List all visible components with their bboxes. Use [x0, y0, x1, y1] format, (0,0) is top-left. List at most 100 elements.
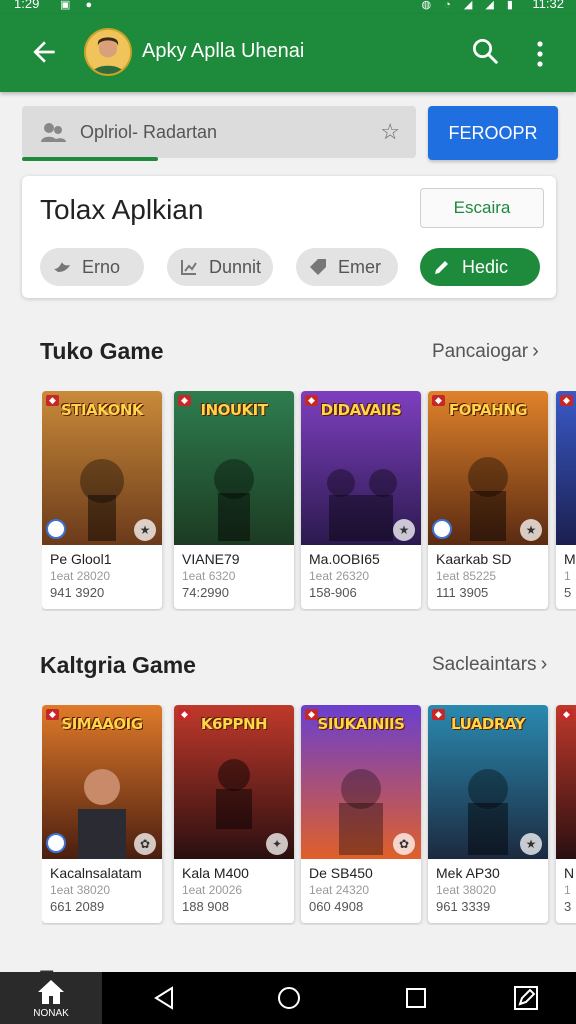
search-icon[interactable]: [470, 36, 500, 66]
tile-badge: ◆: [560, 395, 573, 406]
section-1-title: Tuko Game: [40, 338, 164, 364]
primary-button[interactable]: FEROOPR: [428, 106, 558, 160]
chip-3[interactable]: Emer: [296, 248, 398, 286]
status-time: 1:29: [14, 0, 40, 11]
game-tile[interactable]: ◆ K6PPNH ✦ Kala M400 1eat 20026 188 908: [174, 705, 294, 923]
game-tile[interactable]: ◆ M 1 5: [556, 391, 576, 609]
filter-card: Tolax Aplkian Escaira Erno Dunnit Emer H…: [22, 176, 556, 298]
game-name: Ma.0OBI65: [309, 551, 380, 567]
game-name: Mek AP30: [436, 865, 500, 881]
more-vert-icon[interactable]: [530, 38, 550, 70]
back-arrow-icon[interactable]: [28, 34, 60, 70]
card-action-button[interactable]: Escaira: [420, 188, 544, 228]
chip-4-label: Hedic: [462, 257, 509, 277]
game-meta: 1eat 85225: [436, 569, 497, 583]
game-art: [556, 391, 576, 545]
game-art-title: INOUKIT: [200, 401, 268, 419]
chip-3-label: Emer: [338, 257, 382, 277]
favorite-icon[interactable]: ★: [520, 833, 542, 855]
game-name: VIANE79: [182, 551, 240, 567]
favorite-icon[interactable]: ★: [393, 519, 415, 541]
bird-icon: [54, 262, 70, 272]
game-meta: 1eat 38020: [50, 883, 111, 897]
nav-home-label: NONAK: [33, 1008, 69, 1019]
section-1-row: ◆ STIAKONK ★ Pe Glool1 1eat 28020 941 39…: [42, 391, 576, 611]
game-art-title: SIUKAINIIS: [317, 715, 405, 733]
chart-icon: [181, 260, 197, 275]
game-name: M: [564, 551, 576, 567]
chip-2-label: Dunnit: [209, 257, 262, 277]
game-stat: 158-906: [309, 585, 357, 600]
favorite-icon[interactable]: ★: [134, 519, 156, 541]
game-tile[interactable]: ◆ N 1 3: [556, 705, 576, 923]
game-art-title: DIDAVAIIS: [320, 401, 402, 419]
game-meta: 1eat 24320: [309, 883, 370, 897]
game-meta: 1eat 6320: [182, 569, 236, 583]
bottom-nav: NONAK: [0, 972, 576, 1024]
section-2-link-label: Sacleaintars: [432, 654, 537, 675]
favorite-icon[interactable]: ✿: [134, 833, 156, 855]
game-tile[interactable]: ◆ INOUKIT VIANE79 1eat 6320 74:2990: [174, 391, 294, 609]
game-art-title: FOPAHNG: [448, 401, 528, 419]
game-tile[interactable]: ◆ FOPAHNG ★ Kaarkab SD 1eat 85225 111 39…: [428, 391, 548, 609]
section-2-title: Kaltgria Game: [40, 652, 196, 678]
platform-icon: [46, 519, 66, 539]
favorite-icon[interactable]: ✿: [393, 833, 415, 855]
game-tile[interactable]: ◆ LUADRAY ★ Mek AP30 1eat 38020 961 3339: [428, 705, 548, 923]
search-progress: [22, 157, 158, 161]
notification-icons: ▣ ●: [60, 0, 99, 11]
section-2-row: ◆ SIMAAOIG ✿ Kacalnsalatam 1eat 38020 66…: [42, 705, 576, 925]
game-art-title: SIMAAOIG: [61, 715, 143, 733]
game-tile[interactable]: ◆ STIAKONK ★ Pe Glool1 1eat 28020 941 39…: [42, 391, 162, 609]
game-stat: 3: [564, 899, 572, 914]
nav-home[interactable]: NONAK: [0, 972, 102, 1024]
game-stat: 111 3905: [436, 585, 489, 600]
section-1-link-label: Pancaiogar: [432, 341, 529, 362]
signal-icons: ◍ ◔ ◢ ◢ ▮: [421, 0, 518, 11]
chip-4[interactable]: Hedic: [420, 248, 540, 286]
game-stat: 060 4908: [309, 899, 364, 914]
game-stat: 188 908: [182, 899, 229, 914]
star-icon[interactable]: ☆: [380, 119, 400, 145]
chevron-right-icon: ›: [540, 653, 548, 675]
platform-icon: [46, 833, 66, 853]
game-meta: 1eat 38020: [436, 883, 497, 897]
game-stat: 661 2089: [50, 899, 105, 914]
chip-1[interactable]: Erno: [40, 248, 144, 286]
status-time-right: 11:32: [532, 0, 564, 11]
game-art-title: K6PPNH: [200, 715, 268, 733]
tag-icon: [310, 259, 326, 275]
search-input[interactable]: Oplriol- Radartan ☆: [22, 106, 416, 161]
game-name: Kala M400: [182, 865, 249, 881]
pencil-icon: [435, 261, 448, 274]
game-stat: 941 3920: [50, 585, 105, 600]
game-name: De SB450: [309, 865, 373, 881]
game-tile[interactable]: ◆ SIUKAINIIS ✿ De SB450 1eat 24320 060 4…: [301, 705, 421, 923]
home-circle-icon[interactable]: [275, 984, 303, 1012]
people-icon: [41, 123, 66, 142]
chevron-right-icon: ›: [532, 340, 539, 362]
section-1-link[interactable]: Pancaiogar ›: [432, 340, 539, 363]
section-2-link[interactable]: Sacleaintars ›: [432, 653, 547, 676]
platform-icon: [432, 519, 452, 539]
edit-icon[interactable]: [512, 984, 540, 1012]
game-tile[interactable]: ◆ DIDAVAIIS ★ Ma.0OBI65 1eat 26320 158-9…: [301, 391, 421, 609]
favorite-icon[interactable]: ✦: [266, 833, 288, 855]
game-meta: 1eat 28020: [50, 569, 111, 583]
game-art-title: STIAKONK: [60, 401, 144, 419]
avatar[interactable]: [84, 28, 132, 76]
game-meta: 1eat 20026: [182, 883, 243, 897]
game-tile[interactable]: ◆ SIMAAOIG ✿ Kacalnsalatam 1eat 38020 66…: [42, 705, 162, 923]
chip-2[interactable]: Dunnit: [167, 248, 273, 286]
home-icon: [38, 980, 64, 1004]
game-name: Kacalnsalatam: [50, 865, 142, 881]
favorite-icon[interactable]: ★: [520, 519, 542, 541]
card-title: Tolax Aplkian: [40, 194, 204, 225]
back-triangle-icon[interactable]: [150, 984, 178, 1012]
status-bar: 1:29 ▣ ● ◍ ◔ ◢ ◢ ▮ 11:32: [0, 0, 576, 14]
tile-badge: ◆: [560, 709, 573, 720]
game-name: Kaarkab SD: [436, 551, 512, 567]
recents-square-icon[interactable]: [402, 984, 430, 1012]
game-stat: 961 3339: [436, 899, 491, 914]
game-meta: 1: [564, 569, 571, 583]
